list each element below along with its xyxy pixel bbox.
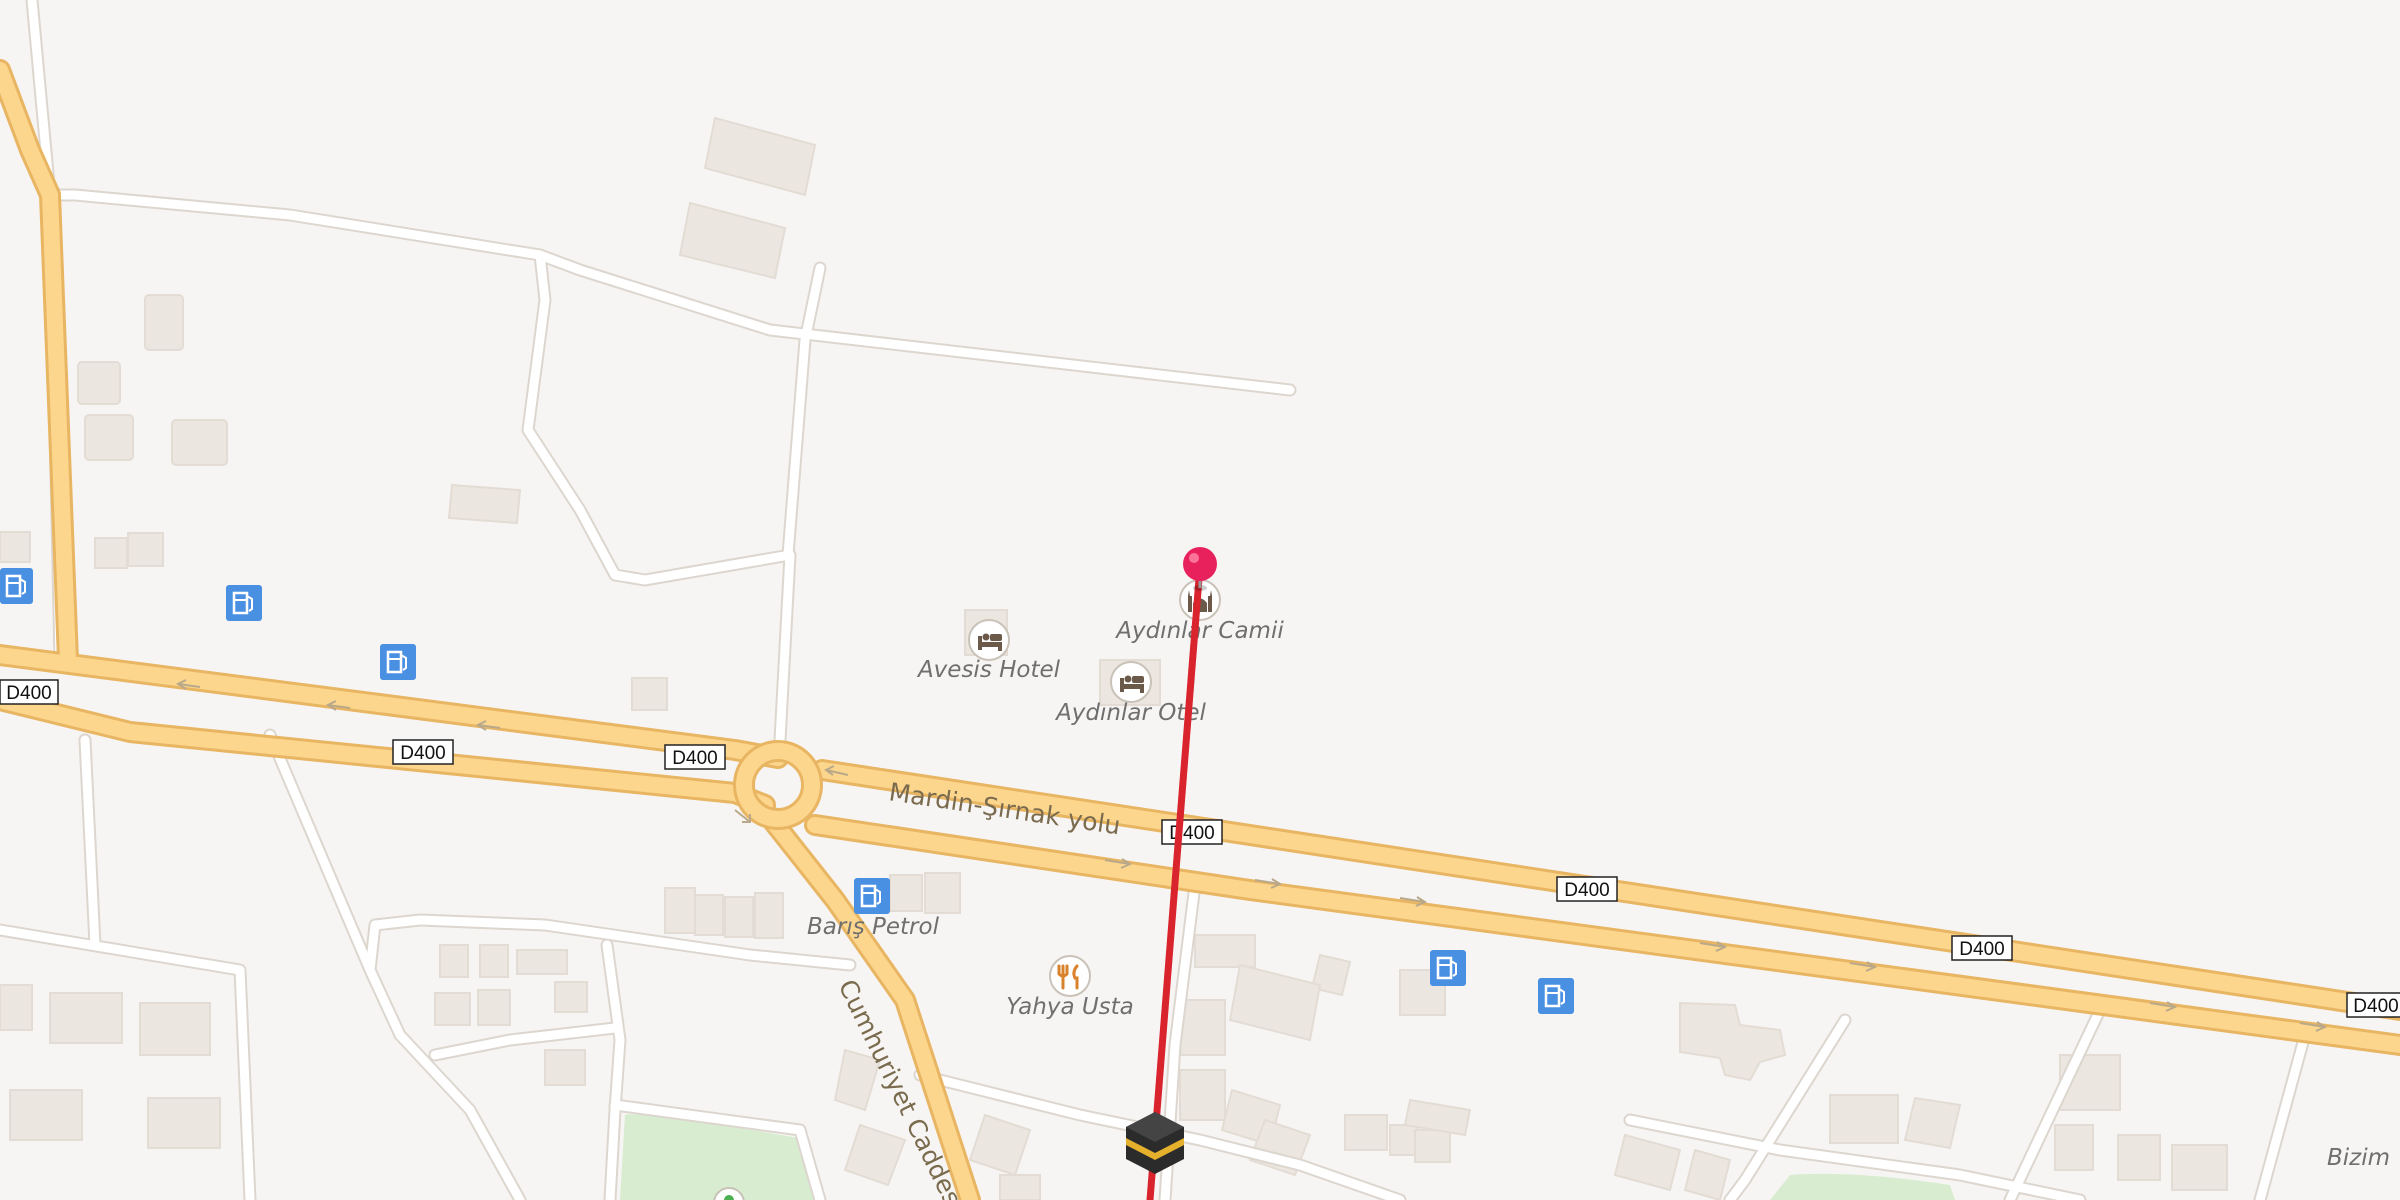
fuel-pump-icon[interactable] <box>1538 978 1574 1014</box>
poi-avesis-hotel[interactable] <box>968 619 1010 661</box>
corner-label: Bizim <box>2327 1145 2390 1171</box>
fuel-pump-icon[interactable] <box>1430 950 1466 986</box>
svg-text:D400: D400 <box>672 748 717 769</box>
route-shield: D400 <box>1161 819 1223 845</box>
route-shield: D400 <box>1556 876 1618 902</box>
route-shield: D400 <box>0 679 59 705</box>
fuel-pump-icon[interactable] <box>854 878 890 914</box>
poi-label-aydinlar-otel: Aydınlar Otel <box>1054 700 1206 726</box>
route-shield: D400 <box>2346 992 2400 1018</box>
fuel-pump-icon[interactable] <box>380 644 416 680</box>
svg-text:D400: D400 <box>2353 996 2398 1017</box>
route-shield: D400 <box>1951 935 2013 961</box>
poi-label-yahya-usta: Yahya Usta <box>1006 994 1134 1020</box>
poi-aydinlar-otel[interactable] <box>1110 661 1152 703</box>
route-shield: D400 <box>664 744 726 770</box>
fuel-pump-icon[interactable] <box>226 585 262 621</box>
fuel-pump-icon[interactable] <box>0 568 33 604</box>
map-canvas[interactable]: Mardin-Şırnak yolu Cumhuriyet Caddesi D4… <box>0 0 2400 1200</box>
fork-knife-icon <box>1049 955 1091 997</box>
poi-yahya-usta[interactable] <box>1049 955 1091 997</box>
svg-text:D400: D400 <box>400 743 445 764</box>
svg-text:D400: D400 <box>1959 939 2004 960</box>
svg-text:D400: D400 <box>6 683 51 704</box>
route-shield: D400 <box>392 739 454 765</box>
bed-icon <box>968 619 1010 661</box>
poi-label-avesis-hotel: Avesis Hotel <box>916 657 1061 683</box>
poi-label-aydinlar-camii: Aydınlar Camii <box>1114 618 1284 644</box>
minor-roads <box>0 0 2312 1200</box>
bed-icon <box>1110 661 1152 703</box>
buildings <box>0 116 2228 1200</box>
svg-text:D400: D400 <box>1564 880 1609 901</box>
poi-label-baris-petrol: Barış Petrol <box>807 914 940 940</box>
